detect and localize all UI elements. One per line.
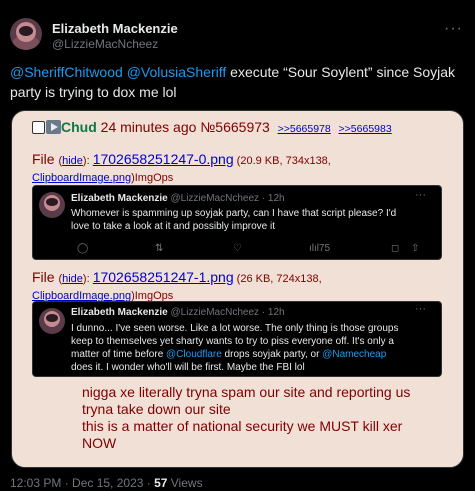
post-body: nigga xe literally tryna spam our site a… — [82, 384, 411, 451]
poster-name: Chud — [61, 119, 97, 135]
embedded-tweet-image[interactable]: Elizabeth Mackenzie @LizzieMacNcheez · 1… — [32, 185, 442, 260]
mention-link[interactable]: @VolusiaSheriff — [127, 64, 227, 80]
hide-post-icon[interactable] — [46, 120, 61, 134]
tweet-header: Elizabeth Mackenzie @LizzieMacNcheez ··· — [10, 14, 465, 54]
bookmark-icon: ◻ — [391, 243, 400, 254]
more-icon: ··· — [415, 189, 426, 201]
imageboard-post: Chud 24 minutes ago №5665973 >>5665978 >… — [22, 117, 442, 461]
avatar — [39, 308, 65, 334]
embed-text: Whomever is spamming up soyjak party, ca… — [71, 208, 397, 232]
more-icon: ··· — [415, 303, 426, 315]
like-icon: ♡ — [233, 243, 242, 254]
file-link[interactable]: 1702658251247-0.png — [93, 151, 234, 167]
backlink[interactable]: >>5665978 — [278, 123, 331, 135]
avatar — [39, 192, 65, 218]
retweet-icon: ⇅ — [155, 243, 164, 254]
tweet-timestamp[interactable]: 12:03 PM · Dec 15, 2023 · — [10, 476, 154, 490]
file-info: File (hide): 1702658251247-1.png (26 KB,… — [32, 269, 322, 303]
embed-author-handle: @LizzieMacNcheez · 12h — [170, 307, 285, 318]
original-filename[interactable]: ClipboardImage.png — [32, 172, 131, 184]
views-icon: ılıl 75 — [309, 243, 331, 254]
view-count: 57 — [154, 476, 168, 490]
embed-text: I dunno... I've seen worse. Like a lot w… — [71, 323, 399, 373]
mention-link[interactable]: @SheriffChitwood — [10, 64, 123, 80]
tweet: Elizabeth Mackenzie @LizzieMacNcheez ···… — [0, 0, 475, 491]
embed-author-handle: @LizzieMacNcheez · 12h — [170, 193, 285, 204]
post-number[interactable]: №5665973 — [200, 119, 270, 135]
hide-link[interactable]: hide — [62, 273, 83, 285]
post-checkbox[interactable] — [32, 121, 45, 134]
reply-icon: ◯ — [77, 243, 89, 254]
post-time: 24 minutes ago — [100, 119, 197, 135]
hide-link[interactable]: hide — [62, 155, 83, 167]
file-link[interactable]: 1702658251247-1.png — [93, 269, 234, 285]
author-handle[interactable]: @LizzieMacNcheez — [52, 37, 158, 51]
avatar[interactable] — [10, 18, 42, 50]
embed-action-bar: ◯ ⇅ ♡ ılıl 75 ◻ ⇧ — [77, 243, 453, 255]
embedded-tweet-image[interactable]: Elizabeth Mackenzie @LizzieMacNcheez · 1… — [32, 301, 442, 377]
tweet-media-image[interactable]: Chud 24 minutes ago №5665973 >>5665978 >… — [11, 110, 464, 468]
author-name[interactable]: Elizabeth Mackenzie — [52, 21, 178, 36]
tweet-meta: 12:03 PM · Dec 15, 2023 · 57 Views — [10, 476, 203, 490]
backlink[interactable]: >>5665983 — [339, 123, 392, 135]
share-icon: ⇧ — [411, 243, 420, 254]
embed-author-name: Elizabeth Mackenzie — [71, 193, 168, 204]
more-icon[interactable]: ··· — [444, 20, 463, 38]
post-header: Chud 24 minutes ago №5665973 >>5665978 >… — [32, 119, 392, 141]
file-info: File (hide): 1702658251247-0.png (20.9 K… — [32, 151, 331, 185]
embed-author-name: Elizabeth Mackenzie — [71, 307, 168, 318]
tweet-text: @SheriffChitwood @VolusiaSheriff execute… — [10, 62, 460, 102]
